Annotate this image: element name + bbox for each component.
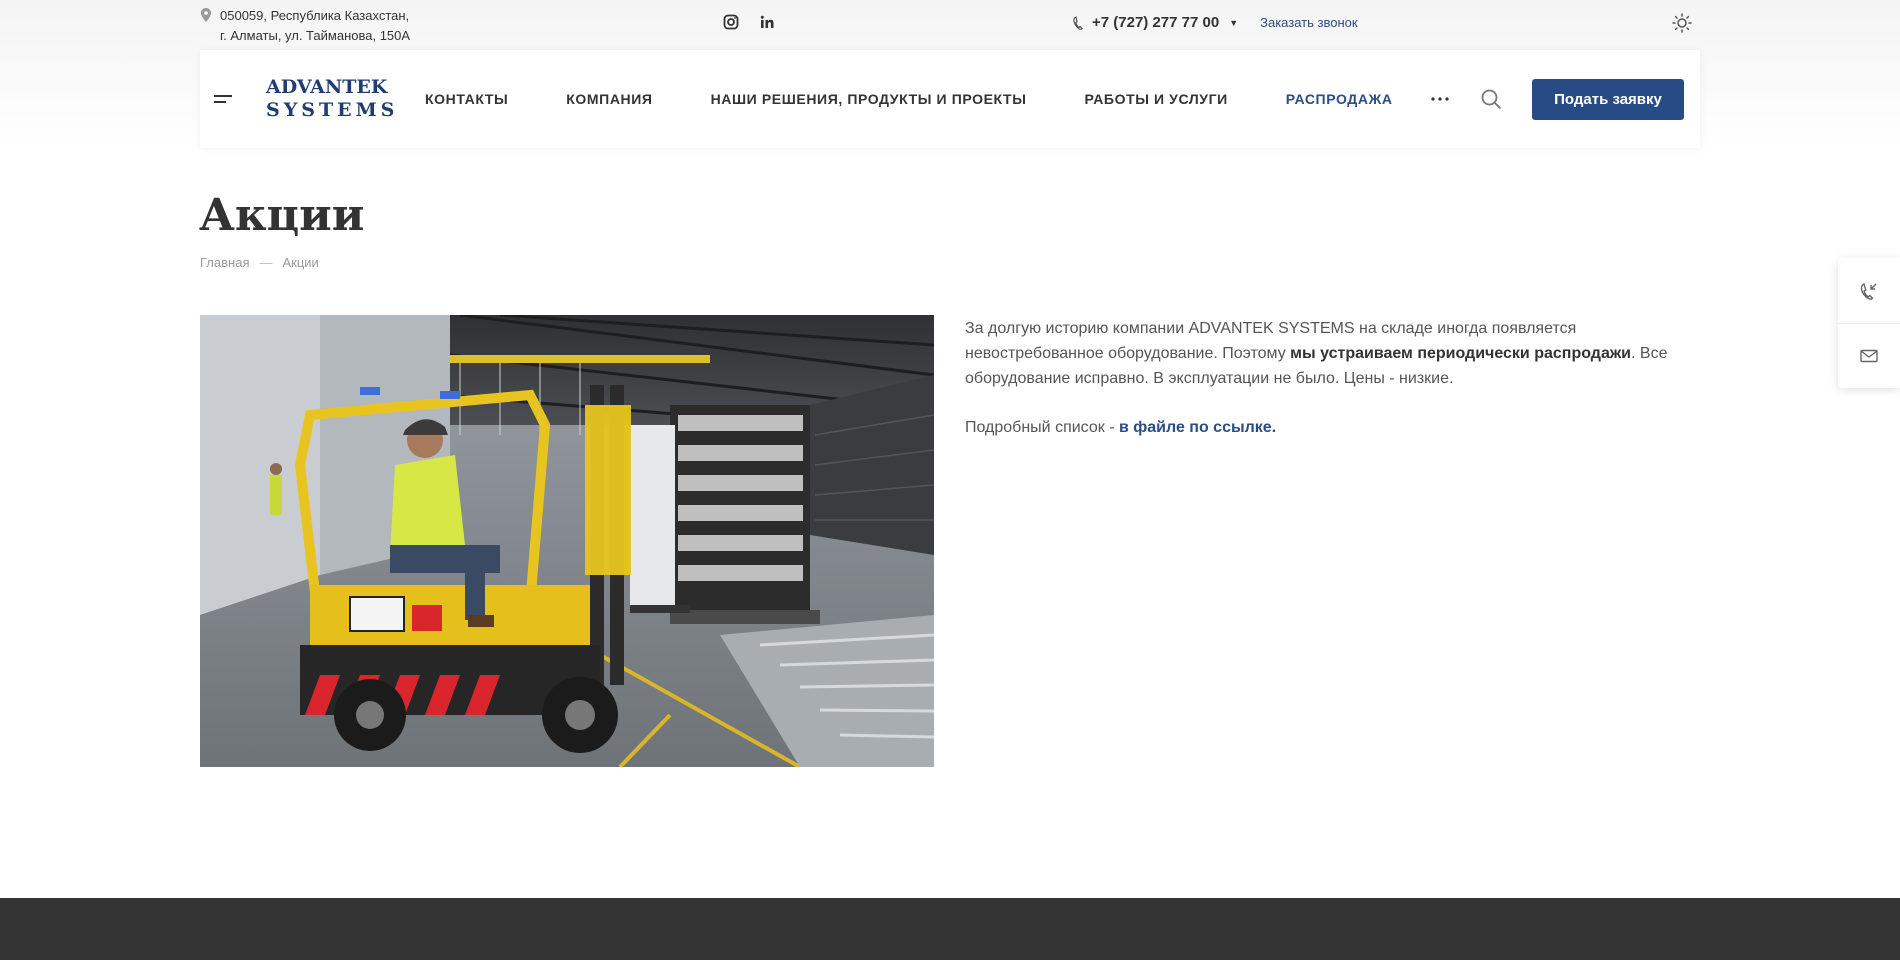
mail-widget[interactable] [1838, 323, 1900, 388]
sale-description: За долгую историю компании ADVANTEK SYST… [965, 316, 1685, 440]
callback-phone-icon [1860, 282, 1877, 300]
address: 050059, Республика Казахстан, г. Алматы,… [200, 6, 410, 46]
breadcrumb: Главная — Акции [200, 255, 319, 270]
phone-icon [1073, 15, 1084, 30]
submit-request-button[interactable]: Подать заявку [1532, 79, 1684, 120]
description-bold: мы устраиваем периодически распродажи [1290, 345, 1632, 362]
main-header: ADVANTEK SYSTEMS КОНТАКТЫ КОМПАНИЯ НАШИ … [200, 50, 1700, 148]
file-link[interactable]: в файле по ссылке. [1119, 419, 1276, 436]
sun-icon[interactable] [1672, 13, 1692, 33]
footer [0, 898, 1900, 960]
phone-block: +7 (727) 277 77 00 ▼ Заказать звонок [1072, 14, 1358, 31]
page-title: Акции [199, 190, 365, 241]
nav-item-services[interactable]: РАБОТЫ И УСЛУГИ [1085, 91, 1228, 107]
breadcrumb-current: Акции [282, 255, 319, 270]
location-pin-icon [201, 8, 211, 22]
breadcrumb-home[interactable]: Главная [200, 255, 249, 270]
side-widgets [1838, 258, 1900, 388]
logo-text-line-2: SYSTEMS [266, 99, 399, 121]
file-paragraph: Подробный список - в файле по ссылке. [965, 415, 1685, 440]
menu-icon[interactable] [214, 93, 232, 105]
top-bar: 050059, Республика Казахстан, г. Алматы,… [200, 0, 1700, 48]
linkedin-icon[interactable] [759, 14, 775, 30]
nav-item-company[interactable]: КОМПАНИЯ [566, 91, 652, 107]
description-paragraph: За долгую историю компании ADVANTEK SYST… [965, 316, 1685, 391]
logo[interactable]: ADVANTEK SYSTEMS [262, 72, 394, 126]
more-dots-icon[interactable] [1430, 93, 1450, 105]
nav-item-solutions[interactable]: НАШИ РЕШЕНИЯ, ПРОДУКТЫ И ПРОЕКТЫ [711, 91, 1027, 107]
logo-text-line-1: ADVANTEK [266, 76, 388, 98]
phone-number[interactable]: +7 (727) 277 77 00 [1092, 14, 1219, 31]
address-line-1: 050059, Республика Казахстан, [220, 8, 410, 23]
main-nav: КОНТАКТЫ КОМПАНИЯ НАШИ РЕШЕНИЯ, ПРОДУКТЫ… [425, 50, 1451, 148]
callback-widget[interactable] [1838, 258, 1900, 323]
warehouse-forklift-image [200, 315, 934, 767]
file-text: Подробный список - [965, 419, 1119, 436]
search-icon[interactable] [1480, 88, 1502, 110]
address-line-2: г. Алматы, ул. Тайманова, 150А [220, 28, 411, 43]
mail-icon [1860, 349, 1878, 363]
instagram-icon[interactable] [723, 14, 739, 30]
callback-link[interactable]: Заказать звонок [1260, 15, 1357, 30]
phone-dropdown-caret-icon[interactable]: ▼ [1229, 18, 1238, 28]
nav-item-contacts[interactable]: КОНТАКТЫ [425, 91, 508, 107]
breadcrumb-separator: — [259, 255, 273, 270]
nav-item-sale[interactable]: РАСПРОДАЖА [1286, 91, 1393, 107]
social-links [723, 14, 775, 30]
